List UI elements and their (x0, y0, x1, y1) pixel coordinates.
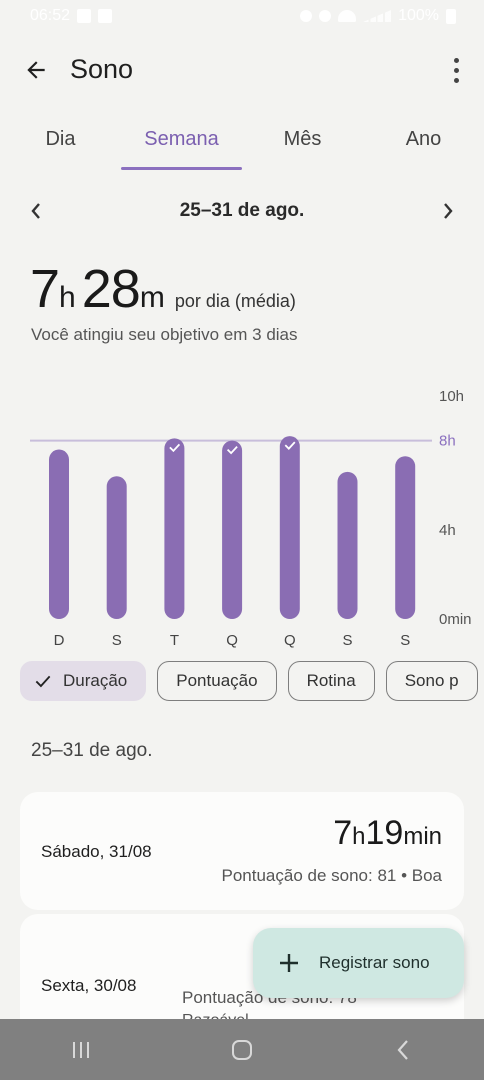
battery-percent: 100% (398, 7, 439, 24)
sleep-bar[interactable] (164, 438, 185, 619)
average-minutes: 28 (81, 259, 141, 319)
day-label: S (400, 632, 410, 649)
sleep-bar[interactable] (279, 436, 300, 619)
status-left: 06:52 (30, 7, 113, 25)
date-range-label: 25–31 de ago. (179, 200, 305, 221)
sleep-bar[interactable] (395, 456, 416, 619)
bluetooth-icon (319, 10, 332, 22)
day-label: Q (226, 632, 238, 649)
day-label: T (170, 632, 179, 649)
sleep-bar[interactable] (49, 449, 69, 619)
arrow-back-icon (27, 61, 45, 79)
battery-icon (446, 8, 456, 24)
checkbox-notification-icon (98, 9, 113, 23)
section-title: 25–31 de ago. (31, 740, 153, 761)
page-title: Sono (70, 54, 134, 84)
status-right: 100% (300, 7, 456, 25)
entry-minutes-unit: min (403, 823, 442, 850)
sleep-entry-card[interactable]: Sábado, 31/08 7 h 19 min Pontuação de so… (20, 792, 464, 910)
chip-sleep-more-label: Sono p (404, 671, 459, 690)
sleep-bar[interactable] (222, 440, 243, 619)
sleep-duration-chart[interactable]: 10h 8h 4h 0min D S T Q Q S S (0, 380, 484, 650)
chip-sleep-more[interactable]: Sono p (385, 661, 478, 701)
home-button[interactable] (212, 1030, 272, 1070)
log-sleep-label: Registrar sono (319, 953, 430, 972)
more-vert-icon (453, 57, 459, 63)
sleep-bar[interactable] (337, 471, 358, 619)
app-bar: Sono (0, 44, 484, 94)
entry-minutes: 19 (365, 814, 404, 852)
chip-routine[interactable]: Rotina (287, 661, 375, 701)
entry-duration: 7 h 19 min (333, 814, 442, 853)
status-bar: 06:52 100% (0, 0, 484, 32)
day-label: S (342, 632, 352, 649)
metric-chips: Duração Pontuação Rotina Sono p (20, 661, 478, 701)
back-button[interactable] (20, 54, 52, 86)
alarm-icon (300, 10, 313, 22)
tab-month[interactable]: Mês (242, 112, 363, 172)
per-day-label: por dia (média) (174, 291, 296, 311)
tab-year[interactable]: Ano (363, 112, 484, 172)
back-nav-icon (397, 1039, 409, 1060)
chip-duration[interactable]: Duração (20, 661, 147, 701)
goal-status-text: Você atingiu seu objetivo em 3 dias (31, 325, 298, 344)
home-icon (231, 1039, 252, 1060)
average-hours: 7 (30, 259, 60, 319)
gallery-notification-icon (77, 9, 92, 23)
entry-day: Sábado, 31/08 (41, 842, 152, 861)
tab-week[interactable]: Semana (121, 112, 242, 172)
log-sleep-button[interactable]: Registrar sono (253, 928, 464, 998)
entry-hours-unit: h (352, 823, 366, 850)
minutes-unit: m (139, 281, 165, 314)
entry-score: Pontuação de sono: 81 • Boa (221, 866, 442, 885)
day-label: D (54, 632, 65, 649)
y-tick-label: 10h (439, 388, 464, 405)
chip-duration-label: Duração (63, 671, 128, 690)
signal-icon (363, 10, 392, 22)
plus-icon (280, 954, 298, 972)
average-sleep-summary: 7 h 28 m por dia (média) (30, 258, 296, 320)
entry-day: Sexta, 30/08 (41, 976, 137, 995)
day-label: S (112, 632, 122, 649)
tab-day[interactable]: Dia (0, 112, 121, 172)
hours-unit: h (59, 281, 76, 314)
y-tick-label: 8h (439, 433, 456, 450)
date-navigator: 25–31 de ago. (0, 196, 484, 226)
entry-hours: 7 (333, 814, 353, 852)
chevron-right-icon (444, 203, 453, 219)
day-label: Q (284, 632, 296, 649)
sleep-bar[interactable] (106, 476, 127, 619)
chip-score[interactable]: Pontuação (157, 661, 277, 701)
status-time: 06:52 (30, 7, 71, 24)
recents-icon (72, 1041, 89, 1058)
more-options-button[interactable] (450, 54, 462, 86)
period-tabs: Dia Semana Mês Ano (0, 112, 484, 172)
y-tick-label: 4h (439, 522, 456, 539)
back-nav-button[interactable] (373, 1030, 433, 1070)
next-week-button[interactable] (438, 198, 458, 224)
y-tick-label: 0min (439, 611, 472, 628)
check-icon (35, 675, 51, 688)
chip-score-label: Pontuação (176, 671, 258, 690)
chip-routine-label: Rotina (306, 671, 356, 690)
wifi-icon (338, 10, 357, 22)
system-navigation-bar (0, 1019, 484, 1080)
recents-button[interactable] (51, 1030, 111, 1070)
